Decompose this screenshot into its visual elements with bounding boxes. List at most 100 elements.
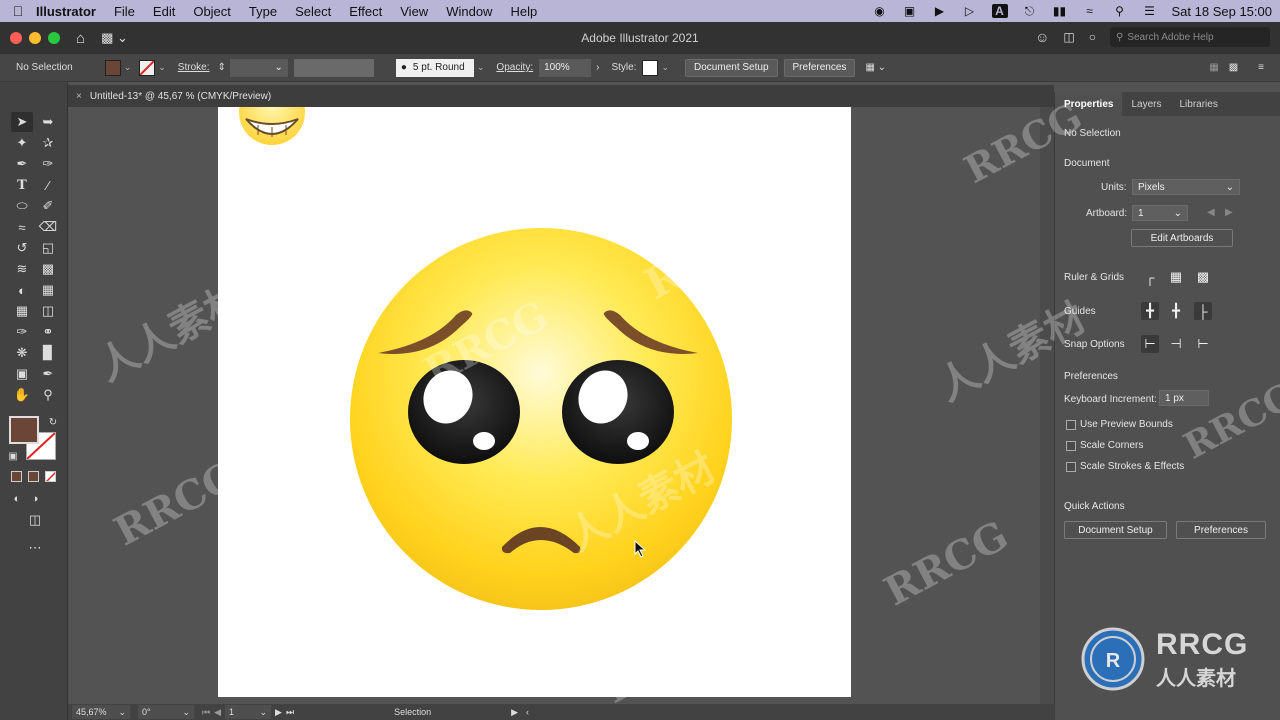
direct-selection-tool-icon[interactable]: ➥ xyxy=(37,112,59,132)
tab-libraries[interactable]: Libraries xyxy=(1170,92,1226,116)
edit-toolbar-more-icon[interactable]: ⋯ xyxy=(24,538,46,558)
brush-definition-select[interactable]: ● 5 pt. Round xyxy=(395,58,474,77)
menu-clock[interactable]: Sat 18 Sep 15:00 xyxy=(1172,4,1272,19)
edit-artboards-button[interactable]: Edit Artboards xyxy=(1131,229,1233,247)
use-preview-bounds-checkbox[interactable]: Use Preview Bounds xyxy=(1066,419,1173,430)
minimize-window-button[interactable] xyxy=(29,32,41,44)
pleading-face-emoji[interactable] xyxy=(350,228,732,610)
checkbox-box[interactable] xyxy=(1066,419,1076,430)
artboard-tool-icon[interactable]: ▣ xyxy=(11,364,33,384)
free-transform-tool-icon[interactable]: ▩ xyxy=(37,259,59,279)
tab-layers[interactable]: Layers xyxy=(1122,92,1170,116)
menu-type[interactable]: Type xyxy=(249,4,277,19)
width-tool-icon[interactable]: ≋ xyxy=(11,259,33,279)
discover-lightbulb-icon[interactable]: ○ xyxy=(1089,30,1096,44)
menu-app-name[interactable]: Illustrator xyxy=(36,4,96,19)
rulers-toggle-icon[interactable]: ┌ xyxy=(1141,268,1159,286)
rotate-tool-icon[interactable]: ↺ xyxy=(11,238,33,258)
draw-behind-icon[interactable]: ◑ xyxy=(24,489,46,509)
vpn-icon[interactable]: ⎋ xyxy=(1022,4,1038,18)
gradient-mode-icon[interactable] xyxy=(28,471,39,482)
type-tool-icon[interactable]: T xyxy=(11,175,33,195)
menu-object[interactable]: Object xyxy=(193,4,231,19)
menu-edit[interactable]: Edit xyxy=(153,4,175,19)
scale-tool-icon[interactable]: ◱ xyxy=(37,238,59,258)
document-setup-button[interactable]: Document Setup xyxy=(685,58,778,77)
stroke-swatch[interactable] xyxy=(139,59,156,76)
default-colors-icon[interactable]: ▣ xyxy=(2,446,24,466)
scale-corners-checkbox[interactable]: Scale Corners xyxy=(1066,440,1143,451)
arrange-documents-icon[interactable]: ▦ ⌄ xyxy=(865,62,886,73)
graphic-style-swatch[interactable] xyxy=(642,59,659,76)
stroke-label[interactable]: Stroke: xyxy=(178,62,210,73)
lasso-tool-icon[interactable]: ✰ xyxy=(37,133,59,153)
mesh-tool-icon[interactable]: ▦ xyxy=(11,301,33,321)
perspective-grid-tool-icon[interactable]: ▦ xyxy=(37,280,59,300)
chevron-down-icon[interactable]: ⌄ xyxy=(477,62,485,73)
zoom-level-field[interactable]: 45,67% ⌄ xyxy=(72,705,130,719)
vertical-scrollbar[interactable] xyxy=(1040,107,1054,704)
preferences-button[interactable]: Preferences xyxy=(783,58,856,77)
screen-mode-icon[interactable]: ◫ xyxy=(24,510,46,530)
zoom-window-button[interactable] xyxy=(48,32,60,44)
units-select[interactable]: Pixels ⌄ xyxy=(1132,179,1240,195)
symbol-sprayer-tool-icon[interactable]: ❋ xyxy=(11,343,33,363)
checkbox-box[interactable] xyxy=(1066,461,1076,472)
stroke-weight-stepper[interactable]: ⇕ xyxy=(217,62,225,73)
artboard-select[interactable]: 1 ⌄ xyxy=(1132,205,1188,221)
help-search-input[interactable]: ⚲ Search Adobe Help xyxy=(1110,27,1270,47)
artboard-navigation-field[interactable]: 1 ⌄ xyxy=(225,705,272,719)
fill-color-box[interactable] xyxy=(9,416,39,444)
transparency-grid-icon[interactable]: ▩ xyxy=(1194,268,1212,286)
apple-menu-icon[interactable]:  xyxy=(0,3,36,19)
previous-artboard-icon[interactable]: ◀ xyxy=(214,707,221,718)
chevron-right-icon[interactable]: › xyxy=(596,62,599,73)
rotation-field[interactable]: 0° ⌄ xyxy=(138,705,194,719)
scale-strokes-effects-checkbox[interactable]: Scale Strokes & Effects xyxy=(1066,461,1184,472)
tab-properties[interactable]: Properties xyxy=(1055,92,1123,116)
workspace-switcher-icon[interactable]: ▩ ⌄ xyxy=(101,30,128,46)
blend-tool-icon[interactable]: ⚭ xyxy=(37,322,59,342)
snap-to-pixel-icon[interactable]: ⊢ xyxy=(1194,335,1212,353)
eyedropper-tool-icon[interactable]: ✑ xyxy=(11,322,33,342)
next-artboard-arrow-icon[interactable]: ▶ xyxy=(1225,207,1233,218)
spotlight-search-icon[interactable]: ⚲ xyxy=(1112,4,1128,18)
keyboard-increment-input[interactable]: 1 px xyxy=(1159,390,1209,406)
menu-effect[interactable]: Effect xyxy=(349,4,382,19)
screen-record-icon[interactable]: ▣ xyxy=(902,4,918,18)
artwork[interactable] xyxy=(218,107,851,697)
show-guides-icon[interactable]: ╋ xyxy=(1141,302,1159,320)
canvas-area[interactable] xyxy=(68,107,1040,704)
previous-artboard-arrow-icon[interactable]: ◀ xyxy=(1207,207,1215,218)
column-graph-tool-icon[interactable]: ▉ xyxy=(37,343,59,363)
magic-wand-tool-icon[interactable]: ✦ xyxy=(11,133,33,153)
quick-document-setup-button[interactable]: Document Setup xyxy=(1064,521,1167,539)
color-mode-icon[interactable] xyxy=(11,471,22,482)
first-artboard-icon[interactable]: ⏮ xyxy=(202,707,210,718)
chevron-down-icon[interactable]: ⌄ xyxy=(124,62,132,73)
checkbox-box[interactable] xyxy=(1066,440,1076,451)
menu-select[interactable]: Select xyxy=(295,4,331,19)
scroll-left-icon[interactable]: ‹ xyxy=(526,707,529,717)
variable-width-profile[interactable] xyxy=(293,58,374,77)
lock-guides-icon[interactable]: ╋ xyxy=(1167,302,1185,320)
grinning-emoji-thumbnail[interactable] xyxy=(239,107,305,145)
panel-menu-icon[interactable]: ≡ xyxy=(1258,62,1264,73)
close-window-button[interactable] xyxy=(10,32,22,44)
smart-guides-icon[interactable]: ├ xyxy=(1194,302,1212,320)
selection-tool-icon[interactable]: ➤ xyxy=(11,112,33,132)
align-icon[interactable]: ▦ xyxy=(1209,62,1218,73)
battery-icon[interactable]: ▮▮ xyxy=(1052,4,1068,18)
creative-cloud-icon[interactable]: ◉ xyxy=(872,4,888,18)
zoom-tool-icon[interactable]: ⚲ xyxy=(37,385,59,405)
paintbrush-tool-icon[interactable]: ✐ xyxy=(37,196,59,216)
camera-icon[interactable]: ▶ xyxy=(932,4,948,18)
shape-builder-tool-icon[interactable]: ◐ xyxy=(11,280,33,300)
close-document-icon[interactable]: × xyxy=(76,91,82,102)
input-source-icon[interactable]: A xyxy=(991,4,1008,18)
wifi-icon[interactable]: ≈ xyxy=(1082,4,1098,18)
artboard[interactable] xyxy=(218,107,851,697)
menu-view[interactable]: View xyxy=(400,4,428,19)
quick-preferences-button[interactable]: Preferences xyxy=(1176,521,1266,539)
opacity-label[interactable]: Opacity: xyxy=(496,62,533,73)
